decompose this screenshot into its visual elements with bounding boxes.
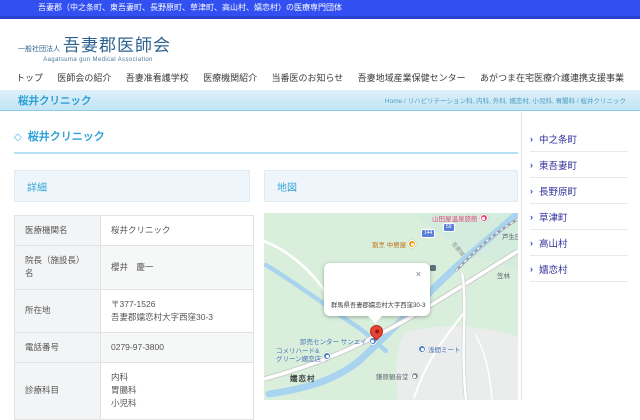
route-shield-icon: 144: [421, 229, 435, 238]
org-type-label: 一般社団法人: [18, 46, 60, 53]
row-value-director: 櫻井 慶一: [101, 246, 254, 289]
poi-yamadaya-label: 山田屋温泉旅館: [432, 213, 478, 223]
route-shield-icon: 59: [443, 223, 455, 232]
train-station-icon: [430, 265, 436, 271]
page-title-text: 桜井クリニック: [28, 131, 105, 143]
map-section-header: 地図: [264, 170, 518, 202]
sidebar-item-naganohara[interactable]: › 長野原町: [530, 178, 628, 204]
sidebar-item-nakanojo[interactable]: › 中之条町: [530, 126, 628, 152]
row-label-phone: 電話番号: [15, 332, 101, 362]
table-row: 診療科目 内科 胃腸科 小児科: [15, 363, 254, 420]
sidebar-item-label: 東吾妻町: [539, 158, 577, 172]
poi-asama-meat-label: 浅間ミート: [428, 344, 461, 354]
poi-sanei: 卸売センター サンエイ: [300, 336, 377, 346]
chevron-right-icon: ›: [530, 238, 533, 248]
poi-sanei-label: 卸売センター サンエイ: [300, 336, 367, 346]
nav-item-institutions[interactable]: 医療機関紹介: [203, 71, 257, 84]
row-value-phone: 0279-97-3800: [101, 332, 254, 362]
poi-komeri: コメリハード& グリーン嬬恋店: [276, 348, 331, 365]
sidebar-item-kusatsu[interactable]: › 草津町: [530, 204, 628, 230]
chevron-right-icon: ›: [530, 186, 533, 196]
info-window-address: 群馬県吾妻郡嬬恋村大字西窪30-3: [331, 300, 429, 309]
content-divider: [521, 112, 522, 400]
shopping-icon: [323, 352, 331, 360]
chevron-right-icon: ›: [530, 212, 533, 222]
poi-kasabayashi-label: 笠林: [497, 270, 510, 280]
poi-kamahara-kannon: 鎌原観音堂: [376, 371, 419, 381]
row-label-departments: 診療科目: [15, 363, 101, 420]
town-sidebar: › 中之条町 › 東吾妻町 › 長野原町 › 草津町 › 高山村 › 嬬恋村: [530, 126, 628, 282]
row-value-address: 〒377-1526 吾妻郡嬬恋村大字西窪30-3: [101, 289, 254, 332]
breadcrumb-page-name: 桜井クリニック: [18, 93, 92, 108]
details-section-header: 詳細: [14, 170, 250, 202]
shopping-icon: [418, 345, 426, 353]
row-label-address: 所在地: [15, 289, 101, 332]
poi-ashiuda-label: 芦生田: [502, 231, 518, 241]
chevron-right-icon: ›: [530, 264, 533, 274]
sidebar-item-label: 中之条町: [539, 132, 577, 146]
org-name-english: Aagatsuma gun Medical Association: [18, 57, 178, 63]
table-row: 院長（施設長）名 櫻井 慶一: [15, 246, 254, 289]
close-icon[interactable]: ×: [416, 269, 421, 279]
row-value-departments: 内科 胃腸科 小児科: [101, 363, 254, 420]
nav-item-top[interactable]: トップ: [16, 71, 43, 84]
poi-nakaiya-label: 割烹 中居屋: [372, 239, 406, 249]
nav-item-homecare[interactable]: あがつま在宅医療介護連携支援事業: [480, 71, 624, 84]
map-canvas[interactable]: 山田屋温泉旅館 割烹 中居屋 144 59 吾妻線 万座・鹿沢口 芦生田 笠林 …: [264, 213, 518, 400]
site-logo[interactable]: 一般社団法人吾妻郡医師会 Aagatsuma gun Medical Assoc…: [18, 31, 178, 63]
row-label-director: 院長（施設長）名: [15, 246, 101, 289]
lodging-icon: [480, 214, 488, 222]
poi-kannon-label: 鎌原観音堂: [376, 371, 409, 381]
clinic-details-table: 医療機関名 桜井クリニック 院長（施設長）名 櫻井 慶一 所在地 〒377-15…: [14, 215, 254, 420]
poi-asama-meat: 浅間ミート: [418, 344, 461, 354]
nav-item-duty-doctor[interactable]: 当番医のお知らせ: [271, 71, 343, 84]
diamond-icon: ◇: [14, 132, 22, 143]
row-value-institution: 桜井クリニック: [101, 216, 254, 246]
chevron-right-icon: ›: [530, 160, 533, 170]
page-title: ◇ 桜井クリニック: [14, 128, 518, 154]
org-name-label: 吾妻郡医師会: [63, 36, 171, 55]
village-label: 嬬恋村: [290, 373, 316, 384]
nav-item-health-center[interactable]: 吾妻地域産業保健センター: [358, 71, 466, 84]
temple-icon: [411, 372, 419, 380]
sidebar-item-takayama[interactable]: › 高山村: [530, 230, 628, 256]
breadcrumb-bar: 桜井クリニック Home / リハビリテーション科, 内科, 外科, 嬬恋村, …: [0, 90, 640, 111]
sidebar-item-higashiagatsuma[interactable]: › 東吾妻町: [530, 152, 628, 178]
poi-komeri-label: コメリハード& グリーン嬬恋店: [276, 348, 321, 365]
sidebar-item-label: 草津町: [539, 210, 568, 224]
poi-yamadaya-ryokan: 山田屋温泉旅館: [432, 213, 488, 223]
sidebar-item-tsumagoi[interactable]: › 嬬恋村: [530, 256, 628, 282]
nav-item-about[interactable]: 医師会の紹介: [57, 71, 111, 84]
details-heading-label: 詳細: [27, 179, 47, 194]
table-row: 電話番号 0279-97-3800: [15, 332, 254, 362]
restaurant-icon: [408, 240, 416, 248]
sidebar-item-label: 高山村: [539, 236, 568, 250]
map-heading-label: 地図: [277, 179, 297, 194]
map-info-window: × 群馬県吾妻郡嬬恋村大字西窪30-3: [324, 263, 430, 316]
sidebar-item-label: 嬬恋村: [539, 262, 568, 276]
site-tagline-bar: 吾妻郡（中之条町、東吾妻町、長野原町、草津町、高山村、嬬恋村）の医療専門団体: [0, 0, 640, 19]
row-label-institution: 医療機関名: [15, 216, 101, 246]
sidebar-item-label: 長野原町: [539, 184, 577, 198]
poi-nakaiya: 割烹 中居屋: [372, 239, 416, 249]
nav-item-nursing-school[interactable]: 吾妻准看護学校: [126, 71, 189, 84]
site-logo-text: 一般社団法人吾妻郡医師会: [18, 31, 178, 56]
breadcrumb[interactable]: Home / リハビリテーション科, 内科, 外科, 嬬恋村, 小児科, 胃腸科…: [385, 95, 626, 105]
table-row: 医療機関名 桜井クリニック: [15, 216, 254, 246]
chevron-right-icon: ›: [530, 134, 533, 144]
table-row: 所在地 〒377-1526 吾妻郡嬬恋村大字西窪30-3: [15, 289, 254, 332]
main-nav: トップ 医師会の紹介 吾妻准看護学校 医療機関紹介 当番医のお知らせ 吾妻地域産…: [0, 64, 640, 90]
site-header: 一般社団法人吾妻郡医師会 Aagatsuma gun Medical Assoc…: [0, 19, 640, 64]
